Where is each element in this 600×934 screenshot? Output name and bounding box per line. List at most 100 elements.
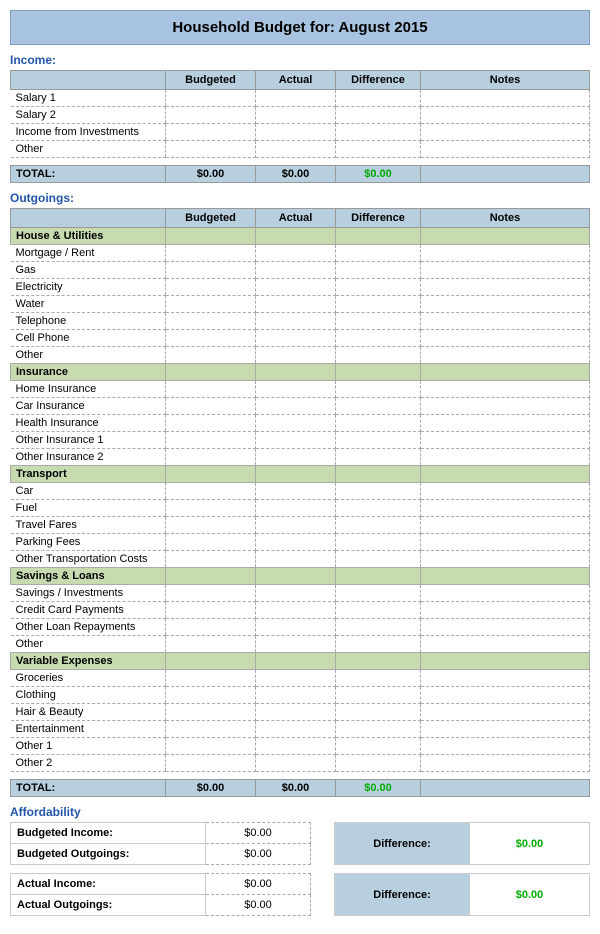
- table-row: Other: [11, 347, 590, 364]
- income-total-budgeted: $0.00: [166, 166, 256, 183]
- category-variable-label: Variable Expenses: [11, 653, 166, 670]
- table-row: Other: [11, 141, 590, 158]
- table-row: Gas: [11, 262, 590, 279]
- afford-actual-income-label: Actual Income:: [11, 874, 206, 895]
- income-row-investments: Income from Investments: [11, 124, 166, 141]
- table-row: Travel Fares: [11, 517, 590, 534]
- afford-budgeted-income-row: Budgeted Income: $0.00 Difference: $0.00: [11, 823, 590, 844]
- category-savings-label: Savings & Loans: [11, 568, 166, 585]
- income-col-actual: Actual: [256, 71, 336, 90]
- table-row: Other: [11, 636, 590, 653]
- table-row: Car: [11, 483, 590, 500]
- table-row: Other 2: [11, 755, 590, 772]
- income-total-row: TOTAL: $0.00 $0.00 $0.00: [11, 166, 590, 183]
- outgoings-total-label: TOTAL:: [11, 780, 166, 797]
- outgoings-total-diff: $0.00: [336, 780, 421, 797]
- table-row: Other Transportation Costs: [11, 551, 590, 568]
- income-other-diff: [336, 141, 421, 158]
- category-house-budgeted: [166, 228, 256, 245]
- affordability-section-title: Affordability: [10, 805, 590, 819]
- table-row: Home Insurance: [11, 381, 590, 398]
- income-salary1-notes[interactable]: [421, 90, 590, 107]
- outgoings-col-label: [11, 209, 166, 228]
- table-row: Other 1: [11, 738, 590, 755]
- category-savings: Savings & Loans: [11, 568, 590, 585]
- afford-actual-outgoings-label: Actual Outgoings:: [11, 895, 206, 916]
- outgoings-table: Budgeted Actual Difference Notes House &…: [10, 208, 590, 797]
- table-row: Car Insurance: [11, 398, 590, 415]
- afford-budgeted-diff-label: Difference:: [335, 823, 470, 865]
- income-section-title: Income:: [10, 53, 590, 67]
- category-insurance: Insurance: [11, 364, 590, 381]
- afford-actual-diff-value: $0.00: [470, 874, 590, 916]
- outgoings-header-row: Budgeted Actual Difference Notes: [11, 209, 590, 228]
- income-col-budgeted: Budgeted: [166, 71, 256, 90]
- afford-actual-diff-label: Difference:: [335, 874, 470, 916]
- outgoings-section-title: Outgoings:: [10, 191, 590, 205]
- income-table: Budgeted Actual Difference Notes Salary …: [10, 70, 590, 183]
- outgoings-col-diff: Difference: [336, 209, 421, 228]
- income-col-diff: Difference: [336, 71, 421, 90]
- income-row-salary2: Salary 2: [11, 107, 166, 124]
- category-house: House & Utilities: [11, 228, 590, 245]
- income-investments-actual[interactable]: [256, 124, 336, 141]
- category-house-diff: [336, 228, 421, 245]
- table-row: Savings / Investments: [11, 585, 590, 602]
- income-salary2-notes[interactable]: [421, 107, 590, 124]
- table-row: Salary 1: [11, 90, 590, 107]
- afford-budgeted-outgoings-label: Budgeted Outgoings:: [11, 844, 206, 865]
- income-total-notes: [421, 166, 590, 183]
- outgoings-col-actual: Actual: [256, 209, 336, 228]
- table-row: Hair & Beauty: [11, 704, 590, 721]
- table-row: Income from Investments: [11, 124, 590, 141]
- income-col-label: [11, 71, 166, 90]
- income-investments-diff: [336, 124, 421, 141]
- afford-actual-income-row: Actual Income: $0.00 Difference: $0.00: [11, 874, 590, 895]
- table-row: Telephone: [11, 313, 590, 330]
- category-house-notes: [421, 228, 590, 245]
- income-salary1-budgeted[interactable]: [166, 90, 256, 107]
- table-row: Groceries: [11, 670, 590, 687]
- category-transport: Transport: [11, 466, 590, 483]
- afford-budgeted-outgoings-value[interactable]: $0.00: [206, 844, 311, 865]
- category-variable: Variable Expenses: [11, 653, 590, 670]
- page-title: Household Budget for: August 2015: [10, 10, 590, 45]
- income-investments-notes[interactable]: [421, 124, 590, 141]
- income-salary2-actual[interactable]: [256, 107, 336, 124]
- table-row: Credit Card Payments: [11, 602, 590, 619]
- outgoings-col-notes: Notes: [421, 209, 590, 228]
- category-house-label: House & Utilities: [11, 228, 166, 245]
- table-row: Salary 2: [11, 107, 590, 124]
- outgoings-total-actual: $0.00: [256, 780, 336, 797]
- outgoings-spacer-row: [11, 772, 590, 780]
- table-row: Other Insurance 1: [11, 432, 590, 449]
- outgoings-total-notes: [421, 780, 590, 797]
- afford-budgeted-income-label: Budgeted Income:: [11, 823, 206, 844]
- afford-actual-income-value[interactable]: $0.00: [206, 874, 311, 895]
- income-header-row: Budgeted Actual Difference Notes: [11, 71, 590, 90]
- income-total-actual: $0.00: [256, 166, 336, 183]
- outgoings-total-budgeted: $0.00: [166, 780, 256, 797]
- category-transport-label: Transport: [11, 466, 166, 483]
- income-row-salary1: Salary 1: [11, 90, 166, 107]
- table-row: Other Insurance 2: [11, 449, 590, 466]
- income-other-budgeted[interactable]: [166, 141, 256, 158]
- afford-budgeted-income-value[interactable]: $0.00: [206, 823, 311, 844]
- income-other-actual[interactable]: [256, 141, 336, 158]
- income-salary2-budgeted[interactable]: [166, 107, 256, 124]
- table-row: Health Insurance: [11, 415, 590, 432]
- afford-actual-outgoings-value[interactable]: $0.00: [206, 895, 311, 916]
- income-investments-budgeted[interactable]: [166, 124, 256, 141]
- income-spacer-row: [11, 158, 590, 166]
- affordability-table: Budgeted Income: $0.00 Difference: $0.00…: [10, 822, 590, 916]
- table-row: Mortgage / Rent: [11, 245, 590, 262]
- income-salary2-diff: [336, 107, 421, 124]
- income-row-other: Other: [11, 141, 166, 158]
- income-total-label: TOTAL:: [11, 166, 166, 183]
- category-house-actual: [256, 228, 336, 245]
- income-salary1-actual[interactable]: [256, 90, 336, 107]
- table-row: Parking Fees: [11, 534, 590, 551]
- table-row: Cell Phone: [11, 330, 590, 347]
- income-total-diff: $0.00: [336, 166, 421, 183]
- income-other-notes[interactable]: [421, 141, 590, 158]
